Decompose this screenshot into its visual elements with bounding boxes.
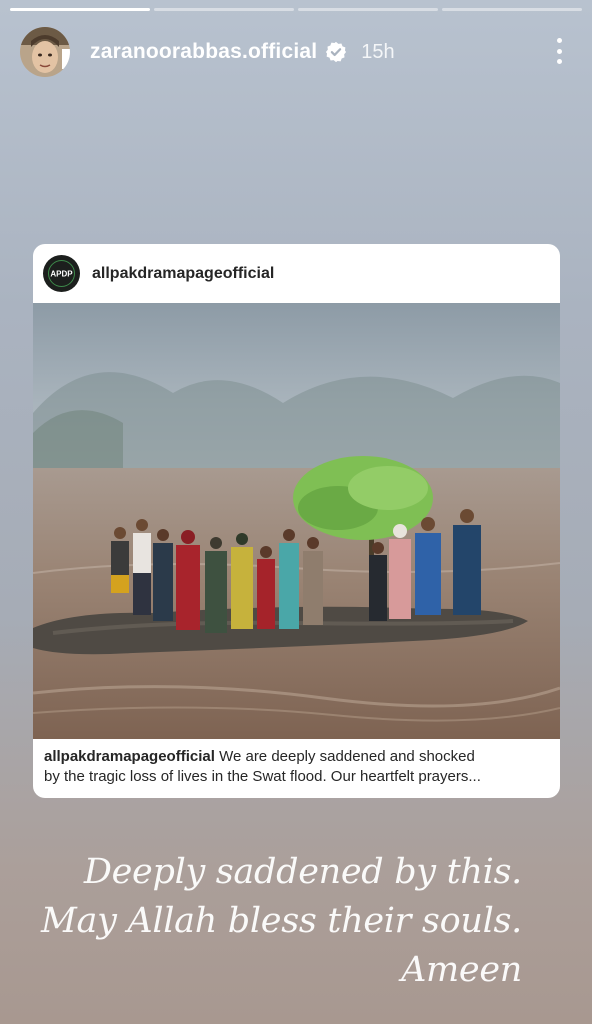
story-timestamp: 15h xyxy=(361,40,395,63)
overlay-line-2: May Allah bless their souls. xyxy=(41,901,522,941)
story-username[interactable]: zaranoorabbas.official xyxy=(90,40,317,64)
story-header: zaranoorabbas.official 15h xyxy=(20,26,572,78)
overlay-line-3: Ameen xyxy=(401,950,522,990)
avatar[interactable] xyxy=(20,27,70,77)
svg-text:APDP: APDP xyxy=(50,270,73,279)
caption-text-line1: We are deeply saddened and shocked xyxy=(214,748,475,765)
caption-text-line2: by the tragic loss of lives in the Swat … xyxy=(44,768,481,785)
page-logo-icon[interactable]: APDP xyxy=(43,255,80,292)
shared-post-header: APDP allpakdramapageofficial xyxy=(33,244,560,303)
shared-post-username[interactable]: allpakdramapageofficial xyxy=(92,265,274,283)
shared-post-caption: allpakdramapageofficial We are deeply sa… xyxy=(33,739,560,787)
progress-segment xyxy=(298,8,438,11)
flood-photo xyxy=(33,303,560,739)
story-overlay-text: Deeply saddened by this. May Allah bless… xyxy=(41,848,522,995)
more-vertical-icon[interactable] xyxy=(554,38,564,64)
verified-badge-icon xyxy=(326,41,347,63)
caption-username[interactable]: allpakdramapageofficial xyxy=(44,748,215,765)
overlay-line-1: Deeply saddened by this. xyxy=(83,852,522,892)
progress-segment xyxy=(154,8,294,11)
story-progress-bar xyxy=(10,8,582,11)
shared-post-card[interactable]: APDP allpakdramapageofficial allpakdrama… xyxy=(33,244,560,798)
progress-segment xyxy=(10,8,150,11)
progress-segment xyxy=(442,8,582,11)
